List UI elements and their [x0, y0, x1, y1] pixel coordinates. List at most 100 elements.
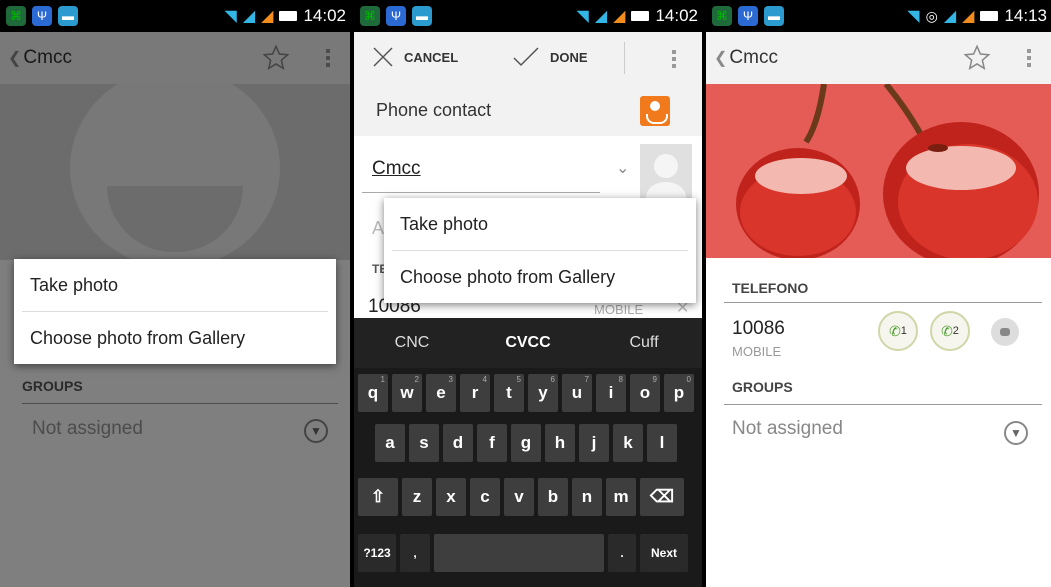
- phone-icon: ✆: [941, 322, 953, 339]
- key-h[interactable]: h: [545, 424, 575, 462]
- phone-number[interactable]: 10086: [732, 318, 785, 340]
- photo-options-popup: Take photo Choose photo from Gallery: [384, 198, 696, 303]
- contact-photo-button[interactable]: [640, 144, 692, 200]
- key-f[interactable]: f: [477, 424, 507, 462]
- keyboard-row-1: 1q2w3e4r5t6y7u8i9o0p: [356, 374, 696, 412]
- wifi-icon: ◥: [224, 8, 237, 25]
- key-b[interactable]: b: [538, 478, 568, 516]
- battery-charging-icon: [980, 11, 999, 21]
- battery-icon: [631, 11, 650, 21]
- back-button[interactable]: ❮Cmcc: [706, 47, 963, 69]
- screen-edit-contact: ⌘ Ψ ▬ ◥ ◢ ◢ 14:02 CANCEL DONE Phone cont…: [354, 0, 702, 587]
- key-c[interactable]: c: [470, 478, 500, 516]
- key-label: w: [400, 383, 414, 402]
- overflow-menu-icon[interactable]: [1025, 49, 1033, 67]
- key-number-hint: 9: [652, 375, 657, 384]
- key-number-hint: 0: [686, 375, 691, 384]
- android-icon: ▬: [58, 6, 78, 26]
- message-icon[interactable]: [991, 318, 1019, 346]
- call-sim2-button[interactable]: ✆ 2: [930, 311, 970, 351]
- telefono-header: TELEFONO: [732, 280, 809, 296]
- chevron-left-icon: ❮: [714, 50, 728, 67]
- key-y[interactable]: 6y: [528, 374, 558, 412]
- key-i[interactable]: 8i: [596, 374, 626, 412]
- usb-debug-icon: Ψ: [738, 6, 758, 26]
- phone-type[interactable]: MOBILE: [594, 302, 643, 317]
- status-time: 14:02: [655, 6, 698, 25]
- contact-photo-cherries[interactable]: [706, 84, 1051, 258]
- key-g[interactable]: g: [511, 424, 541, 462]
- key-label: y: [538, 383, 548, 402]
- account-row: Phone contact: [354, 86, 702, 136]
- key-d[interactable]: d: [443, 424, 473, 462]
- key-label: e: [436, 383, 446, 402]
- signal-icon-2: ◢: [261, 8, 274, 25]
- key-m[interactable]: m: [606, 478, 636, 516]
- check-icon: [513, 47, 539, 67]
- take-photo-option[interactable]: Take photo: [384, 198, 696, 250]
- done-button[interactable]: DONE: [512, 46, 588, 68]
- suggestion-3[interactable]: Cuff: [586, 334, 702, 352]
- key-u[interactable]: 7u: [562, 374, 592, 412]
- suggestion-1[interactable]: CNC: [354, 334, 470, 352]
- key-v[interactable]: v: [504, 478, 534, 516]
- shift-key[interactable]: ⇧: [358, 478, 398, 516]
- status-time: 14:02: [303, 6, 346, 25]
- key-label: o: [639, 383, 651, 402]
- key-label: u: [571, 383, 583, 402]
- comma-key[interactable]: ,: [400, 534, 430, 572]
- symbols-key[interactable]: ?123: [358, 534, 396, 572]
- wifi-icon: ◥: [576, 8, 589, 25]
- key-label: p: [673, 383, 685, 402]
- battery-icon: [279, 11, 298, 21]
- suggestion-2[interactable]: CVCC: [470, 334, 586, 352]
- status-bar: ⌘ Ψ ▬ ◥ ◢ ◢ 14:02: [0, 0, 350, 32]
- overflow-menu-icon[interactable]: [670, 50, 678, 68]
- period-key[interactable]: .: [608, 534, 636, 572]
- key-r[interactable]: 4r: [460, 374, 490, 412]
- key-number-hint: 6: [550, 375, 555, 384]
- key-z[interactable]: z: [402, 478, 432, 516]
- key-o[interactable]: 9o: [630, 374, 660, 412]
- key-p[interactable]: 0p: [664, 374, 694, 412]
- key-s[interactable]: s: [409, 424, 439, 462]
- status-time: 14:13: [1004, 6, 1047, 25]
- key-t[interactable]: 5t: [494, 374, 524, 412]
- key-j[interactable]: j: [579, 424, 609, 462]
- usb-debug-icon: Ψ: [386, 6, 406, 26]
- keyboard-row-4: ?123 , . Next: [356, 534, 690, 572]
- key-label: i: [608, 383, 614, 402]
- android-icon: ▬: [412, 6, 432, 26]
- star-icon[interactable]: [963, 44, 991, 72]
- key-label: r: [471, 383, 479, 402]
- key-n[interactable]: n: [572, 478, 602, 516]
- backspace-key[interactable]: ⌫: [640, 478, 684, 516]
- key-k[interactable]: k: [613, 424, 643, 462]
- dropdown-icon[interactable]: ▼: [1004, 421, 1028, 445]
- sim2-label: 2: [952, 325, 959, 337]
- key-number-hint: 7: [584, 375, 589, 384]
- action-bar: ❮Cmcc: [706, 32, 1051, 84]
- screen-contact-photo-menu: ⌘ Ψ ▬ ◥ ◢ ◢ 14:02 ❮Cmcc GROUPS Not assig…: [0, 0, 350, 587]
- choose-gallery-option[interactable]: Choose photo from Gallery: [14, 312, 336, 364]
- key-number-hint: 1: [380, 375, 385, 384]
- key-e[interactable]: 3e: [426, 374, 456, 412]
- contact-name-title: Cmcc: [729, 47, 778, 68]
- space-key[interactable]: [434, 534, 604, 572]
- key-q[interactable]: 1q: [358, 374, 388, 412]
- cancel-button[interactable]: CANCEL: [372, 46, 458, 68]
- divider: [724, 302, 1042, 303]
- key-label: q: [367, 383, 379, 402]
- suggestion-strip: CNC CVCC Cuff: [354, 318, 702, 368]
- name-field[interactable]: Cmcc: [372, 158, 421, 180]
- key-l[interactable]: l: [647, 424, 677, 462]
- next-key[interactable]: Next: [640, 534, 688, 572]
- key-w[interactable]: 2w: [392, 374, 422, 412]
- key-a[interactable]: a: [375, 424, 405, 462]
- choose-gallery-option[interactable]: Choose photo from Gallery: [384, 251, 696, 303]
- key-x[interactable]: x: [436, 478, 466, 516]
- call-sim1-button[interactable]: ✆ 1: [878, 311, 918, 351]
- take-photo-option[interactable]: Take photo: [14, 259, 336, 311]
- chevron-down-icon[interactable]: ⌄: [616, 158, 629, 178]
- signal-icon-2: ◢: [613, 8, 626, 25]
